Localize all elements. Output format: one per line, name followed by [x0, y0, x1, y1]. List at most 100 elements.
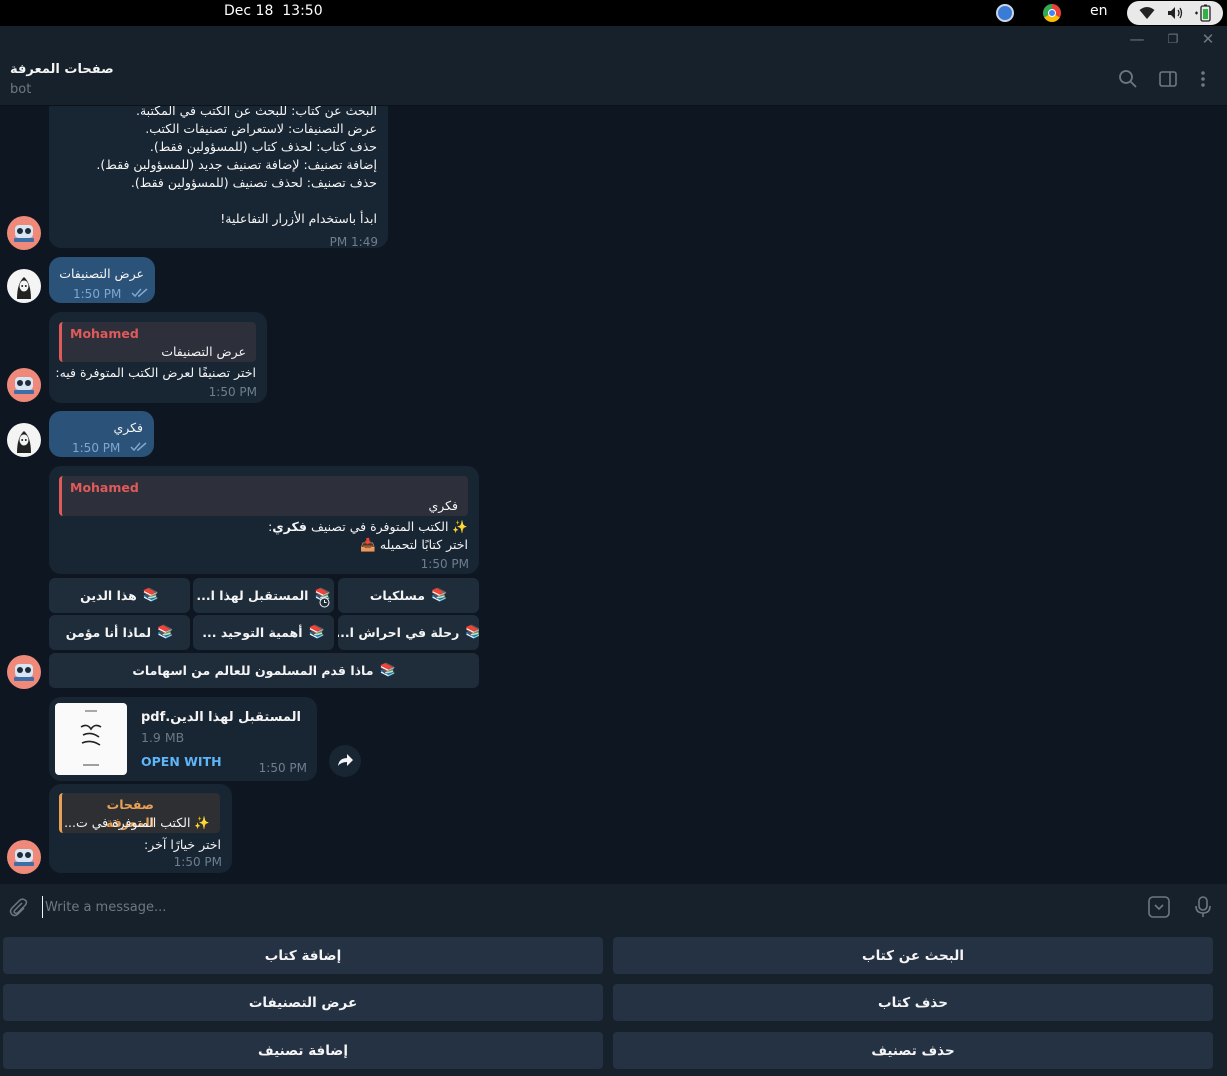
message-input[interactable]	[42, 896, 1122, 918]
chat-history[interactable]: البحث عن كتاب: للبحث عن الكتب في المكتبة…	[0, 106, 1227, 884]
inline-book-button[interactable]: 📚 أهمية التوحيد ...	[193, 615, 334, 650]
sidebar-toggle-icon[interactable]	[1158, 69, 1178, 89]
reply-sender: Mohamed	[70, 480, 139, 495]
user-message-show-categories: عرض التصنيفات 1:50 PM	[49, 257, 155, 303]
chat-subtitle: bot	[10, 82, 32, 97]
message-time: 1:50 PM	[420, 557, 469, 571]
inline-book-label: رحلة في احراش ا...	[338, 625, 460, 640]
reply-text: عرض التصنيفات	[161, 344, 246, 359]
message-text: اختر تصنيفًا لعرض الكتب المتوفرة فيه:	[55, 365, 256, 380]
message-text: اختر خيارًا آخر:	[144, 837, 221, 852]
share-button[interactable]	[329, 745, 361, 777]
bot-avatar[interactable]	[7, 655, 41, 689]
bot-message-intro: البحث عن كتاب: للبحث عن الكتب في المكتبة…	[49, 106, 388, 249]
user-message-category: فكري 1:50 PM	[49, 411, 154, 457]
search-book-button[interactable]: البحث عن كتاب	[613, 937, 1213, 974]
add-book-button[interactable]: إضافة كتاب	[3, 937, 603, 974]
wifi-icon	[1139, 7, 1155, 19]
bot-message-choose-category: Mohamed عرض التصنيفات اختر تصنيفًا لعرض …	[49, 312, 267, 403]
bot-avatar-icon	[14, 225, 34, 242]
user-avatar[interactable]	[7, 269, 41, 303]
attach-icon[interactable]	[7, 896, 29, 918]
system-top-bar: Dec 18 13:50 en	[0, 0, 1227, 26]
microphone-icon[interactable]	[1193, 895, 1213, 919]
add-category-button[interactable]: إضافة تصنيف	[3, 1032, 603, 1069]
bot-message-books: Mohamed فكري ✨ الكتب المتوفرة في تصنيف ف…	[49, 466, 479, 574]
bot-avatar-icon	[14, 664, 34, 681]
reply-text: ✨ الكتب المتوفرة في ت...	[64, 815, 210, 830]
more-menu-icon[interactable]	[1193, 69, 1213, 89]
read-ticks-icon	[131, 288, 148, 298]
user-avatar[interactable]	[7, 423, 41, 457]
message-time: 1:50 PM	[72, 441, 121, 455]
intro-line: عرض التصنيفات: لاستعراض تصنيفات الكتب.	[145, 121, 377, 136]
intro-line: البحث عن كتاب: للبحث عن الكتب في المكتبة…	[136, 106, 377, 118]
books-icon: 📚	[142, 588, 159, 603]
inline-book-button[interactable]: 📚 ماذا قدم المسلمون للعالم من اسهامات	[49, 653, 479, 688]
bot-avatar[interactable]	[7, 368, 41, 402]
share-arrow-icon	[338, 754, 353, 766]
bot-avatar[interactable]	[7, 216, 41, 250]
inline-book-label: مسلكيات	[369, 588, 426, 603]
intro-line: إضافة تصنيف: لإضافة تصنيف جديد (للمسؤولي…	[96, 157, 377, 172]
message-time: 1:50 PM	[258, 761, 307, 775]
intro-line: حذف تصنيف: لحذف تصنيف (للمسؤولين فقط).	[130, 175, 377, 190]
inline-book-button[interactable]: 📚 لماذا أنا مؤمن	[49, 615, 190, 650]
open-with-link[interactable]: OPEN WITH	[141, 754, 222, 769]
file-name: المستقبل لهذا الدين.pdf	[141, 710, 301, 725]
network-manager-icon[interactable]	[996, 4, 1014, 22]
inline-book-label: أهمية التوحيد ...	[202, 625, 303, 640]
intro-line: حذف كتاب: لحذف كتاب (للمسؤولين فقط).	[149, 139, 377, 154]
books-icon: 📚	[431, 588, 448, 603]
inline-book-button[interactable]: 📚 المستقبل لهذا ا...	[193, 578, 334, 613]
system-status-pill[interactable]	[1127, 1, 1223, 25]
file-message[interactable]: المستقبل لهذا الدين.pdf 1.9 MB OPEN WITH…	[49, 697, 317, 781]
minimize-icon[interactable]: —	[1127, 30, 1147, 48]
user-avatar-icon	[17, 431, 31, 453]
bot-avatar[interactable]	[7, 840, 41, 874]
message-text: اختر كتابًا لتحميله 📥	[360, 537, 468, 552]
reply-quote[interactable]: Mohamed فكري	[59, 476, 468, 516]
inline-book-label: المستقبل لهذا ا...	[196, 588, 309, 603]
message-time: 1:49 PM	[329, 235, 378, 249]
delete-book-button[interactable]: حذف كتاب	[613, 984, 1213, 1021]
bot-message-choose-other: صفحات المعرفة ✨ الكتب المتوفرة في ت... ا…	[49, 784, 232, 873]
books-icon: 📚	[379, 663, 396, 678]
user-avatar-icon	[17, 277, 31, 299]
message-composer	[0, 884, 1227, 930]
system-clock[interactable]: Dec 18 13:50	[224, 3, 323, 19]
close-icon[interactable]: ✕	[1198, 30, 1218, 48]
delete-category-button[interactable]: حذف تصنيف	[613, 1032, 1213, 1069]
clock-pending-icon	[319, 597, 330, 608]
inline-book-button[interactable]: 📚 رحلة في احراش ا...	[338, 615, 479, 650]
message-text-bold: فكري	[272, 519, 307, 534]
reply-quote[interactable]: Mohamed عرض التصنيفات	[59, 322, 256, 362]
read-ticks-icon	[130, 442, 147, 452]
books-icon: 📚	[465, 625, 479, 640]
bot-reply-keyboard: البحث عن كتاب إضافة كتاب حذف كتاب عرض ال…	[0, 930, 1227, 1076]
chat-header[interactable]: صفحات المعرفة bot	[0, 52, 1227, 106]
battery-icon	[1195, 4, 1211, 22]
inline-book-button[interactable]: 📚 مسلكيات	[338, 578, 479, 613]
message-text: فكري	[113, 420, 143, 435]
message-text-prefix: ✨ الكتب المتوفرة في تصنيف	[306, 519, 468, 534]
message-text: عرض التصنيفات	[59, 266, 144, 281]
inline-book-label: هذا الدين	[80, 588, 137, 603]
intro-line: ابدأ باستخدام الأزرار التفاعلية!	[220, 211, 377, 226]
bot-avatar-icon	[14, 377, 34, 394]
pdf-thumbnail[interactable]	[55, 703, 127, 775]
chat-title: صفحات المعرفة	[10, 62, 114, 77]
search-icon[interactable]	[1118, 69, 1138, 89]
bot-keyboard-icon[interactable]	[1147, 896, 1171, 918]
restore-icon[interactable]: ❐	[1163, 30, 1183, 48]
show-categories-button[interactable]: عرض التصنيفات	[3, 984, 603, 1021]
message-time: 1:50 PM	[208, 385, 257, 399]
keyboard-language-indicator[interactable]: en	[1090, 3, 1108, 19]
reply-quote[interactable]: صفحات المعرفة ✨ الكتب المتوفرة في ت...	[59, 793, 220, 833]
reply-sender: Mohamed	[70, 326, 139, 341]
books-icon: 📚	[308, 625, 325, 640]
pdf-cover-image	[80, 710, 102, 766]
inline-book-button[interactable]: 📚 هذا الدين	[49, 578, 190, 613]
intro-line	[57, 192, 377, 210]
chrome-icon[interactable]	[1043, 4, 1061, 22]
